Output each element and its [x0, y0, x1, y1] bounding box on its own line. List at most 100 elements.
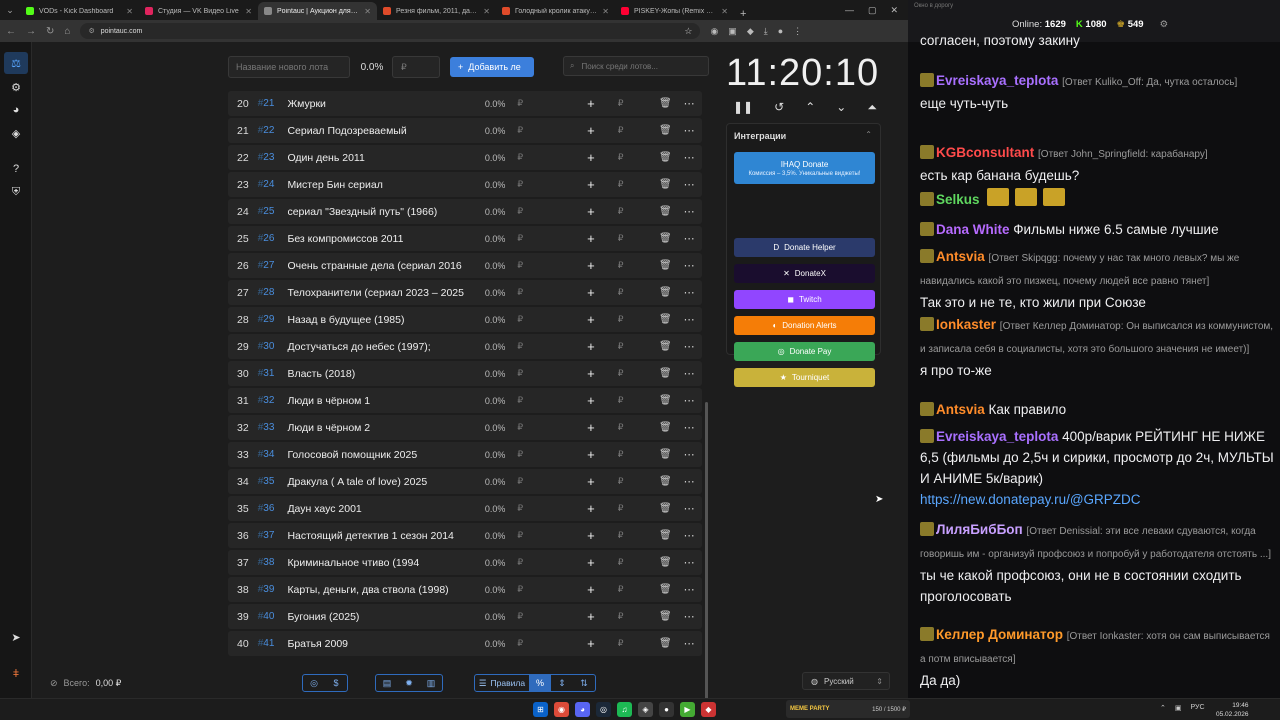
lot-name[interactable]: Власть (2018) [287, 368, 465, 380]
more-icon[interactable]: ⋯ [676, 367, 702, 380]
add-amount-input[interactable]: ₽ [611, 638, 631, 649]
add-amount-button[interactable]: + [571, 312, 611, 327]
github-icon[interactable]: ◎ [303, 675, 325, 691]
lot-name[interactable]: Жмурки [287, 98, 465, 110]
close-tab-icon[interactable]: ✕ [245, 7, 252, 16]
menu-icon[interactable]: ⋮ [793, 26, 802, 37]
close-tab-icon[interactable]: ✕ [364, 7, 371, 16]
browser-tab[interactable]: VODs - Kick Dashboard ✕ [20, 2, 139, 20]
add-amount-input[interactable]: ₽ [611, 422, 631, 433]
close-tab-icon[interactable]: ✕ [483, 7, 490, 16]
add-amount-button[interactable]: + [571, 231, 611, 246]
close-tab-icon[interactable]: ✕ [126, 7, 133, 16]
delete-icon[interactable]: 🗑 [655, 152, 677, 163]
add-amount-input[interactable]: ₽ [611, 530, 631, 541]
add-amount-button[interactable]: + [571, 528, 611, 543]
lot-name[interactable]: Очень странные дела (сериал 2016 [287, 260, 465, 272]
tab-search-icon[interactable]: ⌄ [0, 0, 20, 20]
add-amount-input[interactable]: ₽ [611, 584, 631, 595]
maximize-icon[interactable]: ▢ [868, 5, 877, 16]
integration-button[interactable]: ◐ Donation Alerts [734, 316, 875, 335]
add-amount-input[interactable]: ₽ [611, 395, 631, 406]
more-icon[interactable]: ⋯ [676, 610, 702, 623]
chat-username[interactable]: Antsvia [936, 249, 985, 264]
lot-id[interactable]: #27 [258, 260, 288, 271]
more-icon[interactable]: ⋯ [676, 313, 702, 326]
add-amount-button[interactable]: + [571, 366, 611, 381]
add-amount-button[interactable]: + [571, 96, 611, 111]
chat-username[interactable]: Antsvia [936, 402, 985, 417]
extension-icon[interactable]: ◆ [747, 26, 754, 37]
more-icon[interactable]: ⋯ [676, 421, 702, 434]
browser-tab[interactable]: Pointauc | Аукцион для стриме... ✕ [258, 2, 377, 20]
delete-icon[interactable]: 🗑 [655, 125, 677, 136]
lot-id[interactable]: #32 [258, 395, 288, 406]
integration-button[interactable]: ✕ DonateX [734, 264, 875, 283]
delete-icon[interactable]: 🗑 [655, 179, 677, 190]
lot-id[interactable]: #24 [258, 179, 288, 190]
meme-party-widget[interactable]: MEME PARTY 150 / 1500 ₽ [786, 700, 910, 718]
new-lot-input[interactable]: Название нового лота [228, 56, 350, 78]
lot-id[interactable]: #40 [258, 611, 288, 622]
delete-icon[interactable]: 🗑 [655, 233, 677, 244]
add-amount-input[interactable]: ₽ [611, 368, 631, 379]
add-amount-input[interactable]: ₽ [611, 125, 631, 136]
more-icon[interactable]: ⋯ [676, 340, 702, 353]
chat-username[interactable]: ЛиляБибБоп [936, 522, 1023, 537]
more-icon[interactable]: ⋯ [676, 583, 702, 596]
add-amount-input[interactable]: ₽ [611, 341, 631, 352]
close-window-icon[interactable]: ✕ [890, 5, 898, 16]
more-icon[interactable]: ⋯ [676, 394, 702, 407]
tray-lang[interactable]: РУС [1191, 704, 1205, 712]
more-icon[interactable]: ⋯ [676, 151, 702, 164]
delete-icon[interactable]: 🗑 [655, 206, 677, 217]
add-amount-input[interactable]: ₽ [611, 206, 631, 217]
integration-button[interactable]: ◼ Twitch [734, 290, 875, 309]
lot-id[interactable]: #38 [258, 557, 288, 568]
obs-icon[interactable]: ● [659, 702, 674, 717]
more-icon[interactable]: ⋯ [676, 259, 702, 272]
chat-username[interactable]: Ionkaster [936, 317, 996, 332]
lot-name[interactable]: Криминальное чтиво (1994 [287, 557, 465, 569]
lot-search-input[interactable]: ⌕ Поиск среди лотов... [563, 56, 709, 76]
add-amount-button[interactable]: + [571, 204, 611, 219]
add-amount-input[interactable]: ₽ [611, 98, 631, 109]
delete-icon[interactable]: 🗑 [655, 368, 677, 379]
dollar-icon[interactable]: $ [325, 675, 347, 691]
add-amount-input[interactable]: ₽ [611, 503, 631, 514]
shield-icon[interactable]: ⛨ [8, 184, 24, 200]
add-amount-button[interactable]: + [571, 447, 611, 462]
app-icon[interactable]: ◆ [701, 702, 716, 717]
lot-id[interactable]: #37 [258, 530, 288, 541]
donate-icon[interactable]: ǂ [8, 666, 24, 682]
auction-nav-icon[interactable]: ⚖ [4, 52, 28, 74]
bug-icon[interactable]: ✹ [398, 675, 420, 691]
lot-id[interactable]: #22 [258, 125, 288, 136]
save-icon[interactable]: ▤ [376, 675, 398, 691]
delete-icon[interactable]: 🗑 [655, 287, 677, 298]
add-amount-input[interactable]: ₽ [611, 152, 631, 163]
telegram-icon[interactable]: ➤ [8, 629, 24, 645]
profile-icon[interactable]: ● [778, 26, 783, 37]
lot-id[interactable]: #33 [258, 422, 288, 433]
app-icon[interactable]: ◈ [638, 702, 653, 717]
chat-username[interactable]: KGBconsultant [936, 145, 1034, 160]
amount-input[interactable]: ₽ [392, 56, 440, 78]
delete-icon[interactable]: 🗑 [655, 260, 677, 271]
more-icon[interactable]: ⋯ [676, 124, 702, 137]
chat-username[interactable]: Dana White [936, 222, 1010, 237]
lot-name[interactable]: Дракула ( A tale of love) 2025 [287, 476, 465, 488]
start-icon[interactable]: ⊞ [533, 702, 548, 717]
url-field[interactable]: ⚙ pointauc.com ☆ [80, 23, 701, 39]
more-icon[interactable]: ⋯ [676, 475, 702, 488]
add-amount-button[interactable]: + [571, 339, 611, 354]
bookmark-star-icon[interactable]: ☆ [684, 26, 692, 37]
close-tab-icon[interactable]: ✕ [721, 7, 728, 16]
add-amount-input[interactable]: ₽ [611, 233, 631, 244]
add-amount-input[interactable]: ₽ [611, 476, 631, 487]
lot-name[interactable]: сериал "Звездный путь" (1966) [287, 206, 465, 218]
lot-name[interactable]: Сериал Подозреваемый [287, 125, 465, 137]
lot-id[interactable]: #35 [258, 476, 288, 487]
new-tab-button[interactable]: + [734, 8, 752, 20]
add-amount-input[interactable]: ₽ [611, 179, 631, 190]
